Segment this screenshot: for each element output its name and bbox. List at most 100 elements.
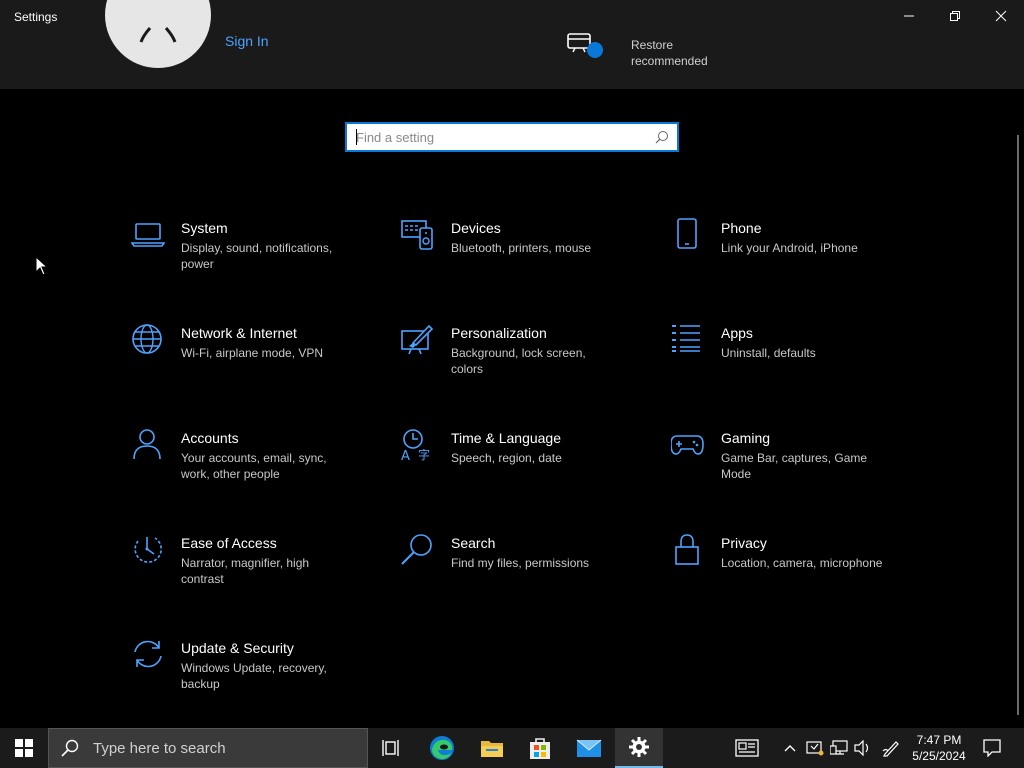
category-apps[interactable]: Apps Uninstall, defaults — [671, 323, 931, 403]
file-explorer-button[interactable] — [470, 728, 514, 768]
mail-button[interactable] — [567, 728, 611, 768]
category-title: Accounts — [181, 430, 239, 446]
app-title: Settings — [14, 10, 58, 24]
gamepad-icon — [670, 428, 705, 462]
category-description: Background, lock screen, colors — [451, 346, 586, 376]
search-icon — [655, 131, 668, 144]
category-description: Windows Update, recovery, backup — [181, 661, 327, 691]
category-description: Speech, region, date — [451, 451, 562, 465]
store-button[interactable] — [518, 728, 562, 768]
folder-icon — [481, 741, 503, 757]
category-title: Ease of Access — [181, 535, 277, 551]
category-title: Update & Security — [181, 640, 294, 656]
category-search[interactable]: Search Find my files, permissions — [401, 533, 661, 613]
mouse-pointer-icon — [35, 256, 49, 276]
find-setting-input[interactable] — [347, 125, 643, 149]
category-personalization[interactable]: Personalization Background, lock screen,… — [401, 323, 661, 403]
person-icon — [131, 428, 165, 462]
category-title: Search — [451, 535, 496, 551]
close-icon — [995, 10, 1007, 22]
store-icon — [530, 738, 550, 759]
category-gaming[interactable]: Gaming Game Bar, captures, Game Mode — [670, 428, 931, 508]
search-icon — [401, 533, 435, 567]
category-title: Gaming — [721, 430, 771, 446]
news-widget-button[interactable] — [730, 728, 764, 768]
lock-icon — [671, 533, 705, 567]
pen-icon — [882, 741, 899, 757]
find-setting-search[interactable] — [345, 122, 679, 152]
category-devices[interactable]: Devices Bluetooth, printers, mouse — [401, 218, 661, 298]
category-title: Time & Language — [451, 430, 561, 446]
restore-window-icon — [950, 11, 960, 21]
taskbar-clock[interactable]: 7:47 PM 5/25/2024 — [908, 732, 970, 764]
taskbar-search[interactable]: Type here to search — [48, 728, 368, 768]
minimize-button[interactable] — [886, 0, 932, 32]
mail-icon — [576, 739, 602, 757]
category-description: Display, sound, notifications, power — [181, 241, 333, 271]
close-button[interactable] — [978, 0, 1024, 32]
category-time-language[interactable]: A字 Time & Language Speech, region, date — [401, 428, 661, 508]
restore-recommended-icon[interactable] — [565, 30, 605, 62]
text-caret — [356, 129, 357, 145]
category-title: Devices — [451, 220, 501, 236]
phone-icon — [671, 218, 705, 252]
user-silhouette-icon — [139, 27, 177, 43]
ease-of-access-icon — [131, 533, 165, 567]
category-ease-of-access[interactable]: Ease of Access Narrator, magnifier, high… — [131, 533, 391, 613]
gear-icon — [629, 737, 649, 757]
network-tray-button[interactable] — [828, 728, 850, 768]
task-view-icon — [382, 740, 399, 756]
laptop-icon — [130, 218, 166, 252]
pen-workspace-button[interactable] — [879, 728, 903, 768]
svg-text:A: A — [401, 449, 410, 462]
category-phone[interactable]: Phone Link your Android, iPhone — [671, 218, 931, 298]
taskbar: Type here to search 7:47 PM 5/25/2024 — [0, 728, 1024, 768]
minimize-icon — [904, 15, 914, 17]
clock-time: 7:47 PM — [916, 733, 962, 747]
category-privacy[interactable]: Privacy Location, camera, microphone — [671, 533, 931, 613]
apps-list-icon — [671, 323, 705, 357]
time-language-icon: A字 — [401, 428, 435, 464]
sign-in-link[interactable]: Sign In — [225, 33, 269, 49]
avatar[interactable] — [105, 0, 211, 68]
category-title: Apps — [721, 325, 753, 341]
notifications-button[interactable] — [978, 728, 1006, 768]
search-icon — [61, 739, 79, 757]
network-icon — [830, 740, 848, 755]
category-description: Game Bar, captures, Game Mode — [721, 451, 868, 481]
windows-logo-icon — [15, 739, 33, 757]
category-description: Bluetooth, printers, mouse — [451, 241, 592, 255]
category-description: Wi-Fi, airplane mode, VPN — [181, 346, 324, 360]
category-update-security[interactable]: Update & Security Windows Update, recove… — [131, 638, 391, 718]
category-title: Personalization — [451, 325, 547, 341]
show-hidden-icons-button[interactable] — [780, 728, 800, 768]
settings-taskbar-button[interactable] — [615, 728, 663, 768]
scrollbar[interactable] — [1017, 135, 1019, 715]
category-system[interactable]: System Display, sound, notifications, po… — [130, 218, 391, 298]
svg-text:字: 字 — [418, 447, 430, 462]
notification-icon — [983, 739, 1001, 757]
tray-device-button[interactable] — [804, 728, 826, 768]
category-accounts[interactable]: Accounts Your accounts, email, sync, wor… — [131, 428, 391, 508]
category-title: Phone — [721, 220, 762, 236]
category-description: Uninstall, defaults — [721, 346, 816, 360]
volume-tray-button[interactable] — [852, 728, 874, 768]
edge-icon — [430, 736, 454, 760]
paint-icon — [401, 323, 435, 357]
category-description: Your accounts, email, sync, work, other … — [181, 451, 327, 481]
sync-icon — [131, 638, 165, 672]
restore-recommended-label[interactable]: Restore recommended — [631, 37, 731, 69]
header: Settings Sign In Restore recommended — [0, 0, 1024, 89]
edge-button[interactable] — [420, 728, 464, 768]
restore-window-button[interactable] — [932, 0, 978, 32]
category-network-internet[interactable]: Network & Internet Wi-Fi, airplane mode,… — [131, 323, 391, 403]
taskbar-search-placeholder: Type here to search — [93, 739, 226, 757]
category-title: System — [181, 220, 228, 236]
task-view-button[interactable] — [370, 728, 414, 768]
start-button[interactable] — [0, 728, 48, 768]
clock-date: 5/25/2024 — [912, 749, 966, 763]
news-icon — [735, 739, 759, 757]
devices-icon — [401, 218, 435, 252]
category-title: Network & Internet — [181, 325, 297, 341]
category-description: Link your Android, iPhone — [721, 241, 858, 255]
